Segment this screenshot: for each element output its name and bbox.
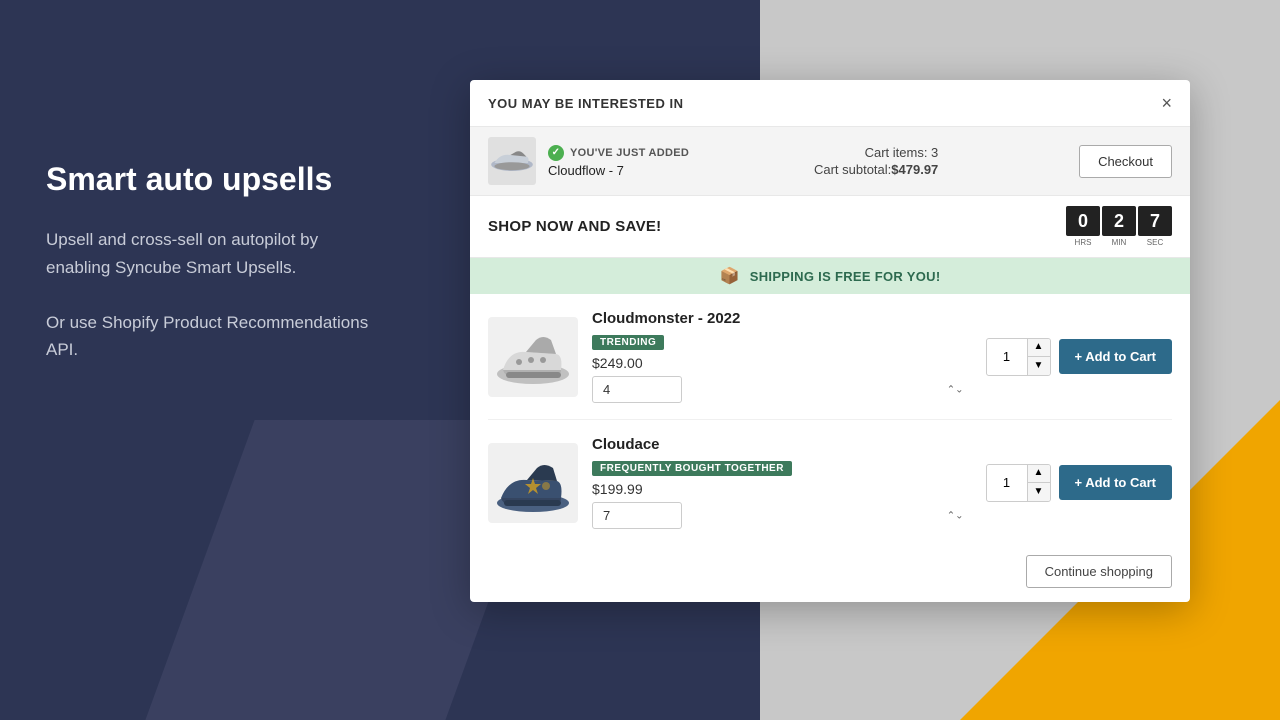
cloudace-add-to-cart[interactable]: + Add to Cart bbox=[1059, 465, 1173, 500]
cloudmonster-qty-up[interactable]: ▲ bbox=[1028, 339, 1050, 357]
cloudmonster-size-select[interactable]: 4 5 6 7 8 9 10 bbox=[592, 376, 682, 403]
trending-badge: TRENDING bbox=[592, 335, 664, 350]
cloudmonster-image bbox=[488, 317, 578, 397]
cloudmonster-shoe-icon bbox=[491, 322, 576, 392]
fbt-badge: FREQUENTLY BOUGHT TOGETHER bbox=[592, 461, 792, 476]
cart-info: Cart items: 3 Cart subtotal:$479.97 bbox=[814, 145, 938, 177]
cloudmonster-details: Cloudmonster - 2022 TRENDING $249.00 4 5… bbox=[592, 310, 972, 403]
cloudflow-thumbnail bbox=[488, 137, 536, 185]
modal-footer: Continue shopping bbox=[470, 545, 1190, 602]
just-added-bar: ✓ YOU'VE JUST ADDED Cloudflow - 7 Cart i… bbox=[470, 127, 1190, 196]
timer-sec: 7 SEC bbox=[1138, 206, 1172, 247]
product-row-cloudace: Cloudace FREQUENTLY BOUGHT TOGETHER $199… bbox=[488, 420, 1172, 545]
cloudace-size-select[interactable]: 4 5 6 7 8 9 10 bbox=[592, 502, 682, 529]
cloudace-qty-down[interactable]: ▼ bbox=[1028, 483, 1050, 501]
cloudmonster-qty-arrows: ▲ ▼ bbox=[1027, 339, 1050, 375]
modal: YOU MAY BE INTERESTED IN × ✓ YOU'VE JUST… bbox=[470, 80, 1190, 602]
shop-save-row: SHOP NOW AND SAVE! 0 HRS 2 MIN 7 SEC bbox=[470, 196, 1190, 258]
main-heading: Smart auto upsells bbox=[46, 160, 386, 198]
shipping-banner: 📦 SHIPPING IS FREE FOR YOU! bbox=[470, 258, 1190, 294]
cloudace-image bbox=[488, 443, 578, 523]
paragraph-1: Upsell and cross-sell on autopilot by en… bbox=[46, 226, 386, 280]
cloudace-qty-up[interactable]: ▲ bbox=[1028, 465, 1050, 483]
cloudmonster-qty-wrap: ▲ ▼ bbox=[986, 338, 1051, 376]
shipping-text: SHIPPING IS FREE FOR YOU! bbox=[750, 269, 941, 284]
cloudmonster-qty-down[interactable]: ▼ bbox=[1028, 357, 1050, 375]
cart-subtotal: Cart subtotal:$479.97 bbox=[814, 162, 938, 177]
product-row-cloudmonster: Cloudmonster - 2022 TRENDING $249.00 4 5… bbox=[488, 294, 1172, 420]
added-product-name: Cloudflow - 7 bbox=[548, 163, 689, 178]
modal-title: YOU MAY BE INTERESTED IN bbox=[488, 96, 683, 111]
cloudmonster-size-container[interactable]: 4 5 6 7 8 9 10 bbox=[592, 376, 972, 403]
cloudace-qty-arrows: ▲ ▼ bbox=[1027, 465, 1050, 501]
cloudace-title: Cloudace bbox=[592, 436, 972, 453]
cloudmonster-title: Cloudmonster - 2022 bbox=[592, 310, 972, 327]
cloudflow-shoe-icon bbox=[488, 146, 536, 176]
cloudace-qty-input[interactable] bbox=[987, 471, 1027, 494]
cloudmonster-qty-input[interactable] bbox=[987, 345, 1027, 368]
shop-save-text: SHOP NOW AND SAVE! bbox=[488, 218, 661, 235]
timer-min: 2 MIN bbox=[1102, 206, 1136, 247]
cloudmonster-qty-add: ▲ ▼ + Add to Cart bbox=[986, 338, 1173, 376]
just-added-info: ✓ YOU'VE JUST ADDED Cloudflow - 7 bbox=[548, 145, 689, 178]
check-icon: ✓ bbox=[548, 145, 564, 161]
cart-items: Cart items: 3 bbox=[865, 145, 939, 160]
products-list: Cloudmonster - 2022 TRENDING $249.00 4 5… bbox=[470, 294, 1190, 545]
cloudace-size-container[interactable]: 4 5 6 7 8 9 10 bbox=[592, 502, 972, 529]
just-added-left: ✓ YOU'VE JUST ADDED Cloudflow - 7 bbox=[488, 137, 689, 185]
cloudace-details: Cloudace FREQUENTLY BOUGHT TOGETHER $199… bbox=[592, 436, 972, 529]
cloudmonster-price: $249.00 bbox=[592, 355, 972, 371]
modal-header: YOU MAY BE INTERESTED IN × bbox=[470, 80, 1190, 127]
close-button[interactable]: × bbox=[1161, 94, 1172, 112]
cloudace-qty-add: ▲ ▼ + Add to Cart bbox=[986, 464, 1173, 502]
countdown-timer: 0 HRS 2 MIN 7 SEC bbox=[1066, 206, 1172, 247]
left-panel: Smart auto upsells Upsell and cross-sell… bbox=[46, 160, 386, 391]
continue-shopping-button[interactable]: Continue shopping bbox=[1026, 555, 1172, 588]
checkout-button[interactable]: Checkout bbox=[1079, 145, 1172, 178]
cloudace-shoe-icon bbox=[491, 448, 576, 518]
cloudace-qty-wrap: ▲ ▼ bbox=[986, 464, 1051, 502]
cloudmonster-add-to-cart[interactable]: + Add to Cart bbox=[1059, 339, 1173, 374]
paragraph-2: Or use Shopify Product Recommendations A… bbox=[46, 309, 386, 363]
timer-hrs: 0 HRS bbox=[1066, 206, 1100, 247]
just-added-label: ✓ YOU'VE JUST ADDED bbox=[548, 145, 689, 161]
box-icon: 📦 bbox=[720, 266, 740, 286]
cloudace-price: $199.99 bbox=[592, 481, 972, 497]
